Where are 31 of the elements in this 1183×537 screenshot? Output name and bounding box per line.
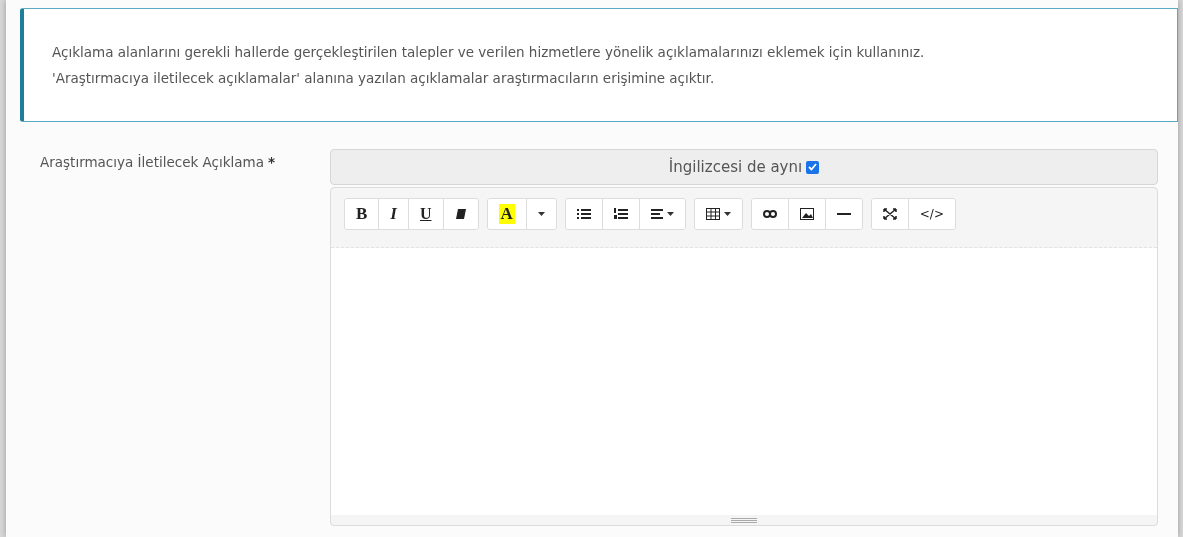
same-english-checkbox[interactable]: [806, 160, 820, 174]
horizontal-rule-button[interactable]: [825, 199, 862, 229]
align-icon: [650, 208, 663, 220]
code-view-button[interactable]: </>: [908, 199, 955, 229]
required-mark: *: [268, 153, 276, 172]
underline-button[interactable]: U: [408, 199, 444, 229]
table-icon: [705, 208, 720, 220]
eraser-button[interactable]: [443, 199, 478, 229]
fullscreen-icon: [882, 208, 897, 220]
highlight-button[interactable]: A: [487, 199, 527, 229]
info-text: Açıklama alanlarını gerekli hallerde gerçekleştirilen talepler ve verilen hizmetlere yönelik açıklamalarınızı eklemek için kullanınız.: [52, 43, 926, 62]
align-button[interactable]: [639, 199, 685, 229]
bullet-list-icon: [576, 208, 591, 220]
image-icon: [799, 208, 814, 220]
caret-icon: [537, 212, 545, 216]
bullet-list-button[interactable]: [565, 199, 603, 229]
link-button[interactable]: [751, 199, 789, 229]
italic-button[interactable]: I: [379, 199, 409, 229]
grip-icon: [731, 517, 757, 523]
fullscreen-button[interactable]: [871, 199, 909, 229]
numbered-list-button[interactable]: [602, 199, 640, 229]
info-text: 'Araştırmacıya iletilecek açıklamalar' alanına yazılan açıklamalar araştırmacıların erişimine açıktır.: [52, 69, 716, 88]
field-label: Araştırmacıya İletilecek Açıklama: [40, 153, 264, 172]
image-button[interactable]: [788, 199, 826, 229]
table-button[interactable]: [694, 199, 742, 229]
link-icon: [762, 208, 777, 220]
numbered-list-icon: [613, 208, 628, 220]
same-english-label: İngilizcesi de aynı: [668, 156, 803, 178]
caret-icon: [723, 212, 731, 216]
caret-icon: [666, 212, 674, 216]
bold-button[interactable]: B: [345, 199, 380, 229]
